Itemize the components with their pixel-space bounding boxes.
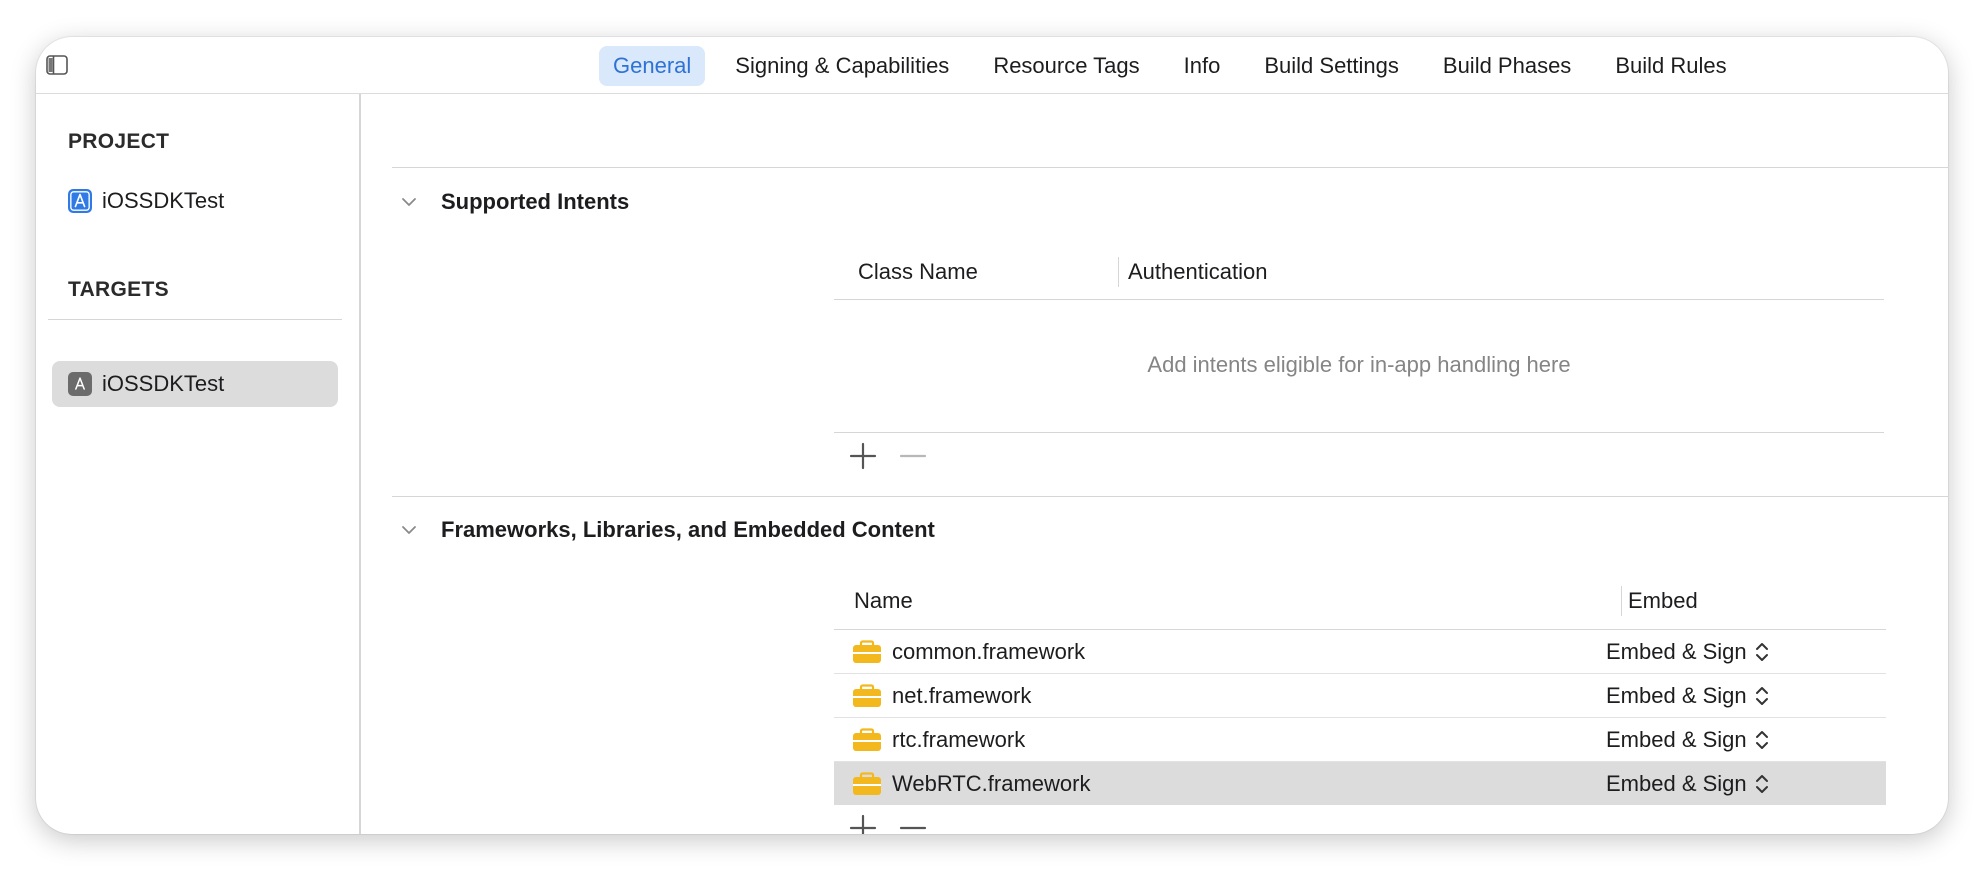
sidebar-item-label: iOSSDKTest: [102, 188, 225, 213]
section-title: Supported Intents: [441, 189, 630, 214]
project-targets-sidebar: PROJECT iOSSDKTest TARGETS iOSSDKTest: [36, 94, 361, 834]
table-footer-divider: [834, 432, 1884, 433]
general-editor: Supported Intents Class Name Authenticat…: [361, 94, 1948, 834]
section-title: Frameworks, Libraries, and Embedded Cont…: [441, 517, 935, 542]
frameworks-header[interactable]: Frameworks, Libraries, and Embedded Cont…: [399, 517, 935, 543]
xcode-window: General Signing & Capabilities Resource …: [36, 37, 1948, 834]
supported-intents-header[interactable]: Supported Intents: [399, 189, 629, 215]
column-header-embed[interactable]: Embed: [1628, 588, 1698, 614]
project-heading: PROJECT: [68, 130, 170, 153]
sidebar-item-target[interactable]: iOSSDKTest: [52, 361, 338, 407]
table-header-divider: [834, 299, 1884, 300]
add-intent-button[interactable]: [848, 441, 878, 471]
framework-icon: [853, 771, 881, 795]
framework-name: common.framework: [892, 638, 1086, 664]
add-framework-button[interactable]: [848, 813, 878, 834]
tab-build-phases[interactable]: Build Phases: [1429, 46, 1585, 86]
xcode-project-icon: [68, 189, 92, 213]
embed-popup-button[interactable]: Embed & Sign: [1606, 639, 1786, 665]
section-divider: [392, 496, 1948, 497]
embed-popup-button[interactable]: Embed & Sign: [1606, 727, 1786, 753]
intents-empty-message: Add intents eligible for in-app handling…: [1147, 352, 1571, 377]
embed-value: Embed & Sign: [1606, 682, 1747, 708]
column-header-authentication[interactable]: Authentication: [1128, 259, 1267, 285]
column-separator: [1118, 257, 1119, 287]
remove-intent-button[interactable]: [898, 441, 928, 471]
table-row[interactable]: rtc.framework Embed & Sign: [834, 718, 1886, 762]
embed-value: Embed & Sign: [1606, 770, 1747, 796]
column-header-class-name[interactable]: Class Name: [858, 259, 978, 285]
framework-icon: [853, 683, 881, 707]
tab-general[interactable]: General: [599, 46, 706, 86]
framework-icon: [853, 639, 881, 663]
framework-name: WebRTC.framework: [892, 770, 1091, 796]
framework-name: net.framework: [892, 682, 1032, 708]
up-down-chevron-icon: [1755, 730, 1768, 749]
targets-heading: TARGETS: [68, 278, 169, 301]
embed-popup-button[interactable]: Embed & Sign: [1606, 771, 1786, 797]
up-down-chevron-icon: [1755, 642, 1768, 661]
sidebar-toggle-icon[interactable]: [46, 55, 68, 75]
up-down-chevron-icon: [1755, 686, 1768, 705]
table-row[interactable]: WebRTC.framework Embed & Sign: [834, 762, 1886, 805]
column-separator: [1621, 586, 1622, 616]
editor-tab-bar: General Signing & Capabilities Resource …: [36, 37, 1948, 94]
tab-strip: General Signing & Capabilities Resource …: [599, 46, 1757, 86]
table-row[interactable]: common.framework Embed & Sign: [834, 630, 1886, 674]
framework-icon: [853, 727, 881, 751]
section-divider: [392, 167, 1948, 168]
app-target-icon: [68, 372, 92, 396]
column-header-name[interactable]: Name: [854, 588, 913, 614]
tab-resource-tags[interactable]: Resource Tags: [979, 46, 1153, 86]
tab-signing-capabilities[interactable]: Signing & Capabilities: [721, 46, 963, 86]
embed-value: Embed & Sign: [1606, 726, 1747, 752]
tab-build-settings[interactable]: Build Settings: [1250, 46, 1413, 86]
tab-build-rules[interactable]: Build Rules: [1601, 46, 1740, 86]
chevron-down-icon[interactable]: [399, 520, 419, 540]
table-row[interactable]: net.framework Embed & Sign: [834, 674, 1886, 718]
remove-framework-button[interactable]: [898, 813, 928, 834]
up-down-chevron-icon: [1755, 774, 1768, 793]
embed-popup-button[interactable]: Embed & Sign: [1606, 683, 1786, 709]
chevron-down-icon[interactable]: [399, 192, 419, 212]
tab-info[interactable]: Info: [1170, 46, 1235, 86]
framework-name: rtc.framework: [892, 726, 1026, 752]
sidebar-item-label: iOSSDKTest: [102, 371, 225, 396]
sidebar-divider: [48, 319, 342, 320]
sidebar-item-project[interactable]: iOSSDKTest: [52, 178, 338, 224]
embed-value: Embed & Sign: [1606, 638, 1747, 664]
